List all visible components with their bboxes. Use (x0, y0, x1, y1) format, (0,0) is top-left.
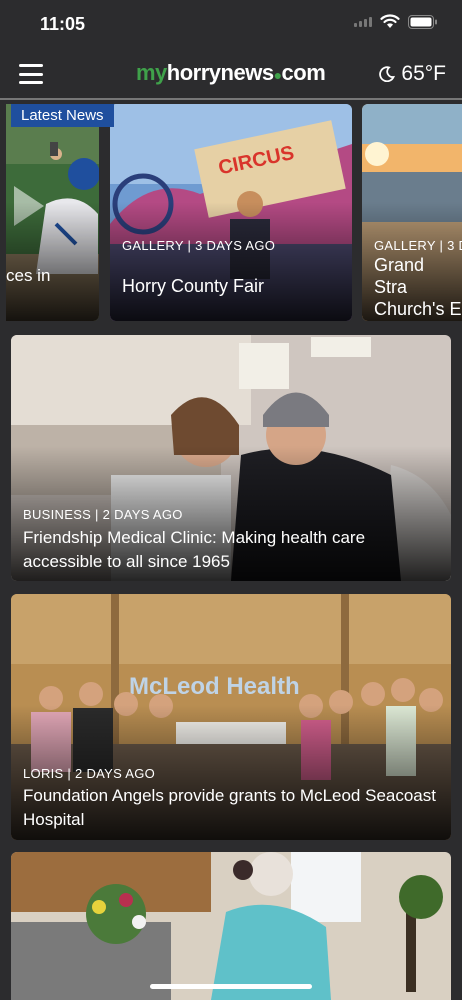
signal-icon (354, 16, 372, 27)
flower-arranging-photo (11, 852, 451, 1000)
home-indicator[interactable] (150, 984, 312, 989)
status-bar: 11:05 (0, 0, 462, 50)
carousel-card-2[interactable]: CIRCUS GALLERY | 3 DAYS AGO Horry County… (110, 104, 352, 321)
logo-dot: ● (273, 67, 282, 83)
carousel-meta: GALLERY | 3 DAYS AGO (122, 238, 276, 253)
carousel-headline: ces in (6, 266, 51, 285)
story-meta: LORIS | 2 DAYS AGO (23, 766, 156, 781)
app-header: myhorrynews●com 65°F (0, 50, 462, 100)
logo-horrynews: horrynews (166, 60, 274, 85)
story-card-3[interactable] (11, 852, 451, 1000)
weather-temp: 65°F (401, 62, 446, 85)
site-logo[interactable]: myhorrynews●com (136, 60, 326, 86)
moon-icon (379, 66, 396, 82)
carousel-meta: GALLERY | 3 D (374, 238, 462, 253)
carousel-card-3[interactable]: GALLERY | 3 D Grand Stra Church's E Serv… (362, 104, 462, 321)
battery-icon (408, 14, 437, 29)
wifi-icon (380, 14, 400, 28)
status-icons (354, 14, 438, 29)
story-card-2[interactable]: McLeod Health LORIS | 2 DAYS AGO Foundat… (11, 594, 451, 840)
logo-com: com (281, 60, 326, 85)
carousel-card-1[interactable]: ces in (6, 104, 99, 321)
story-headline: Friendship Medical Clinic: Making health… (23, 528, 366, 571)
carousel-headline: Grand Stra Church's E Service at (374, 255, 462, 319)
carousel-headline: Horry County Fair (122, 276, 265, 296)
logo-my: my (136, 60, 167, 85)
menu-icon[interactable] (19, 64, 43, 84)
story-card-1[interactable]: BUSINESS | 2 DAYS AGO Friendship Medical… (11, 335, 451, 581)
story-headline: Foundation Angels provide grants to McLe… (23, 786, 436, 829)
story-meta: BUSINESS | 2 DAYS AGO (23, 507, 183, 522)
status-time: 11:05 (40, 14, 86, 34)
latest-news-badge: Latest News (11, 104, 114, 127)
weather-widget[interactable]: 65°F (379, 62, 446, 86)
